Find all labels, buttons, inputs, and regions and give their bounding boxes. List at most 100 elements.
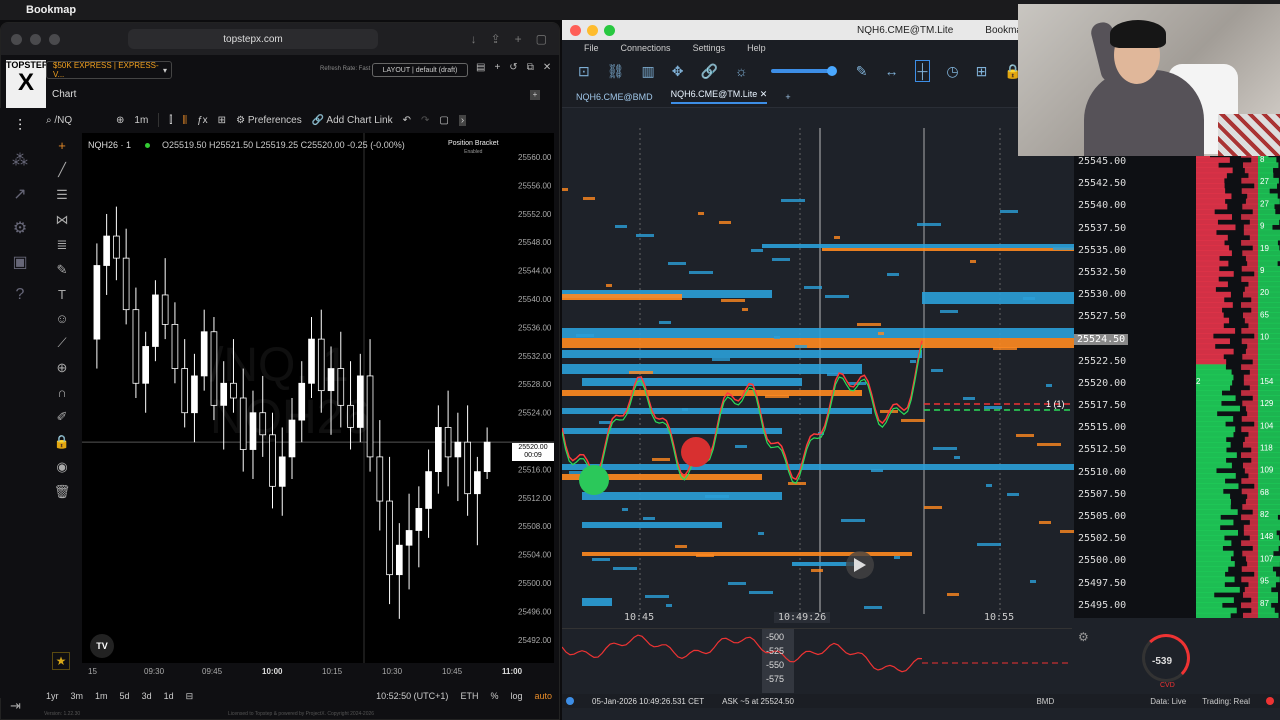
menu-file[interactable]: File <box>584 43 599 53</box>
replay-icon[interactable]: ◷ <box>946 63 958 80</box>
session-toggle[interactable]: ETH <box>460 691 478 701</box>
text-icon[interactable]: T <box>58 287 66 302</box>
range-button-1d[interactable]: 1d <box>164 691 174 701</box>
lock-icon[interactable]: 🔒 <box>54 434 70 450</box>
zoom-window-button[interactable] <box>604 24 615 36</box>
log-scale-toggle[interactable]: log <box>510 691 522 701</box>
account-selector[interactable]: $50K EXPRESS | EXPRESS-V... ▾ <box>46 61 172 79</box>
range-button-3d[interactable]: 3d <box>142 691 152 701</box>
emoji-icon[interactable]: ☺ <box>55 311 68 326</box>
tradingview-icon[interactable]: ▣ <box>12 252 27 272</box>
range-button-3m[interactable]: 3m <box>71 691 84 701</box>
magnet-icon[interactable]: ∩ <box>57 385 66 400</box>
compare-icon[interactable]: ⊕ <box>116 115 124 126</box>
pencil-icon[interactable]: ✎ <box>856 63 868 80</box>
connections-icon[interactable]: ⛓ <box>607 63 625 80</box>
add-widget-icon[interactable]: + <box>494 62 500 73</box>
order-block <box>659 321 671 324</box>
interval-selector[interactable]: 1m <box>134 115 148 126</box>
volume-profile-bar <box>1251 597 1258 603</box>
pitchfork-icon[interactable]: ⋈ <box>56 212 69 228</box>
popout-icon[interactable]: ⧉ <box>527 62 534 73</box>
minimize-window-button[interactable] <box>30 33 41 45</box>
settings-icon[interactable]: ⚙ <box>13 218 27 238</box>
liquidity-heatmap[interactable]: 1 (1) <box>562 128 1074 614</box>
zoom-in-icon[interactable]: ⊕ <box>57 360 68 376</box>
refresh-rate-label: Refresh Rate: Fast <box>320 66 371 72</box>
candle-style-icon[interactable]: ⫼ <box>183 115 188 126</box>
trendline-icon[interactable]: ╱ <box>58 162 66 178</box>
menu-settings[interactable]: Settings <box>693 43 726 53</box>
download-icon[interactable]: ↓ <box>471 32 477 46</box>
stats-icon[interactable]: ↗ <box>13 184 26 204</box>
brush-icon[interactable]: ✎ <box>57 262 68 278</box>
link-icon[interactable]: 🔗 <box>700 63 717 80</box>
heatmap-plot[interactable]: 1 (1) <box>562 128 1074 614</box>
favorite-star-icon[interactable]: ★ <box>52 652 70 670</box>
tabs-overview-icon[interactable]: ▢ <box>536 32 547 46</box>
layout-icon[interactable]: ⊞ <box>976 63 988 80</box>
share-icon[interactable]: ⇪ <box>491 32 501 46</box>
horizontal-lines-icon[interactable]: ☰ <box>56 187 68 203</box>
screenshot-icon[interactable]: ⊡ <box>578 63 590 80</box>
symbol-search[interactable]: ⌕ /NQ <box>46 115 106 126</box>
fullscreen-icon[interactable]: ▢ <box>439 115 448 126</box>
layout-selector[interactable]: LAYOUT | default (draft) <box>372 63 468 77</box>
gear-icon[interactable]: ⚙ <box>1078 630 1089 644</box>
price-tick-label: 25492.00 <box>518 636 552 645</box>
indicators-icon[interactable]: ƒx <box>197 115 208 126</box>
tradingview-logo[interactable]: TV <box>90 634 114 658</box>
zoom-window-button[interactable] <box>49 33 60 45</box>
add-tab-button[interactable]: + <box>785 92 790 102</box>
ruler-icon[interactable]: ⟋ <box>57 335 66 351</box>
range-button-1m[interactable]: 1m <box>95 691 108 701</box>
topstep-logo[interactable]: TOPSTEP X <box>6 60 48 108</box>
crosshair-icon[interactable]: ┼ <box>914 60 931 82</box>
eye-icon[interactable]: ◉ <box>56 459 67 475</box>
tab-nqh6-bmd[interactable]: NQH6.CME@BMD <box>576 92 653 102</box>
lock-drawings-icon[interactable]: ✐ <box>57 409 68 425</box>
community-icon[interactable]: ⁂ <box>12 150 28 170</box>
trash-icon[interactable]: 🗑 <box>54 484 71 500</box>
close-window-button[interactable] <box>570 24 581 36</box>
ruler-icon[interactable]: ↔ <box>885 63 899 79</box>
indicators-icon[interactable]: ✥ <box>672 63 684 80</box>
dom-level-bar <box>1196 410 1218 417</box>
logout-icon[interactable]: ⇥ <box>10 698 21 714</box>
fib-icon[interactable]: ≣ <box>57 237 68 253</box>
percent-scale-toggle[interactable]: % <box>490 691 498 701</box>
menu-connections[interactable]: Connections <box>621 43 671 53</box>
date-range-icon[interactable]: ⊟ <box>186 691 194 702</box>
active-app-name[interactable]: Bookmap <box>26 4 76 16</box>
add-chart-link-button[interactable]: 🔗 Add Chart Link <box>312 115 393 126</box>
auto-scale-toggle[interactable]: auto <box>534 691 552 701</box>
help-icon[interactable]: ? <box>16 286 25 304</box>
range-button-5d[interactable]: 5d <box>120 691 130 701</box>
undo-icon[interactable]: ↺ <box>509 62 517 73</box>
heatmap-contrast-slider[interactable] <box>770 66 837 76</box>
preferences-button[interactable]: ⚙ Preferences <box>236 115 302 126</box>
address-bar[interactable]: topstepx.com <box>128 29 378 49</box>
tab-nqh6-tm-lite[interactable]: NQH6.CME@TM.Lite ✕ <box>670 89 768 104</box>
new-tab-icon[interactable]: + <box>515 32 522 46</box>
volume-chart-icon[interactable]: ▥ <box>642 63 655 80</box>
dom-level-bar <box>1196 276 1219 282</box>
range-button-1yr[interactable]: 1yr <box>46 691 59 701</box>
brightness-icon[interactable]: ☼ <box>735 63 748 79</box>
save-layout-icon[interactable]: ▤ <box>476 62 485 73</box>
trading-icon[interactable]: ⫶ <box>18 118 22 136</box>
bar-style-icon[interactable]: ⫿ <box>169 115 172 126</box>
clock-label[interactable]: 10:52:50 (UTC+1) <box>376 691 448 701</box>
close-window-button[interactable] <box>11 33 22 45</box>
redo-icon[interactable]: ↷ <box>421 115 429 126</box>
position-bracket-toggle[interactable]: Position Bracket Enabled <box>448 139 499 157</box>
crosshair-icon[interactable]: + <box>58 138 66 153</box>
add-panel-button[interactable]: + <box>530 90 540 100</box>
liquidity-band <box>562 428 782 434</box>
minimize-window-button[interactable] <box>587 24 598 36</box>
close-icon[interactable]: ✕ <box>543 62 551 73</box>
undo-icon[interactable]: ↶ <box>403 115 411 126</box>
expand-arrow-icon[interactable]: › <box>458 114 467 126</box>
menu-help[interactable]: Help <box>747 43 766 53</box>
templates-icon[interactable]: ⊞ <box>218 115 226 126</box>
